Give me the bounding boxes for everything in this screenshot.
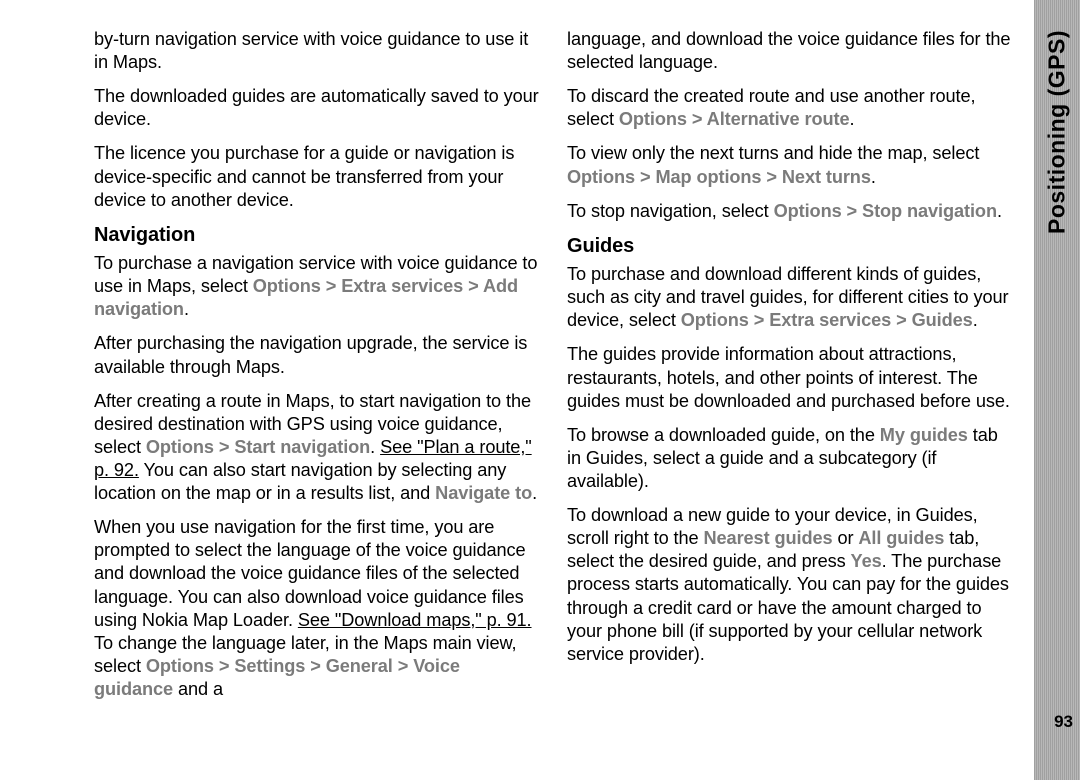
paragraph: The guides provide information about att… — [567, 343, 1016, 412]
paragraph: After purchasing the navigation upgrade,… — [94, 332, 543, 378]
menu-path: Options — [681, 310, 749, 330]
menu-path: Options — [619, 109, 687, 129]
menu-path: Guides — [912, 310, 973, 330]
menu-path: Navigate to — [435, 483, 532, 503]
heading-navigation: Navigation — [94, 223, 543, 248]
page: by-turn navigation service with voice gu… — [0, 0, 1080, 780]
paragraph: The licence you purchase for a guide or … — [94, 142, 543, 211]
paragraph: To browse a downloaded guide, on the My … — [567, 424, 1016, 493]
menu-path: All guides — [858, 528, 944, 548]
menu-path: Options — [146, 437, 214, 457]
paragraph: language, and download the voice guidanc… — [567, 28, 1016, 74]
section-label: Positioning (GPS) — [1040, 12, 1074, 252]
menu-path: Settings — [234, 656, 305, 676]
menu-path: My guides — [880, 425, 968, 445]
paragraph: To discard the created route and use ano… — [567, 85, 1016, 131]
sidebar-edge: Positioning (GPS) 93 — [1034, 0, 1080, 780]
paragraph: To stop navigation, select Options > Sto… — [567, 200, 1016, 223]
menu-path: Yes — [851, 551, 882, 571]
page-number: 93 — [1054, 712, 1073, 732]
menu-path: Options — [146, 656, 214, 676]
menu-path: Map options — [655, 167, 761, 187]
menu-path: Options — [774, 201, 842, 221]
link-download-maps[interactable]: See "Download maps," p. 91. — [298, 610, 532, 630]
menu-path: Extra services — [341, 276, 463, 296]
page-content: by-turn navigation service with voice gu… — [94, 28, 1016, 764]
paragraph: After creating a route in Maps, to start… — [94, 390, 543, 506]
paragraph: To view only the next turns and hide the… — [567, 142, 1016, 188]
paragraph: To purchase a navigation service with vo… — [94, 252, 543, 321]
menu-path: Options — [567, 167, 635, 187]
menu-path: General — [326, 656, 393, 676]
paragraph: To download a new guide to your device, … — [567, 504, 1016, 666]
menu-path: Extra services — [769, 310, 891, 330]
menu-path: Next turns — [782, 167, 871, 187]
heading-guides: Guides — [567, 234, 1016, 259]
paragraph: The downloaded guides are automatically … — [94, 85, 543, 131]
menu-path: Stop navigation — [862, 201, 997, 221]
menu-path: Start navigation — [234, 437, 370, 457]
paragraph: To purchase and download different kinds… — [567, 263, 1016, 332]
menu-path: Nearest guides — [704, 528, 833, 548]
paragraph: by-turn navigation service with voice gu… — [94, 28, 543, 74]
menu-path: Alternative route — [707, 109, 850, 129]
menu-path: Options — [253, 276, 321, 296]
paragraph: When you use navigation for the first ti… — [94, 516, 543, 701]
